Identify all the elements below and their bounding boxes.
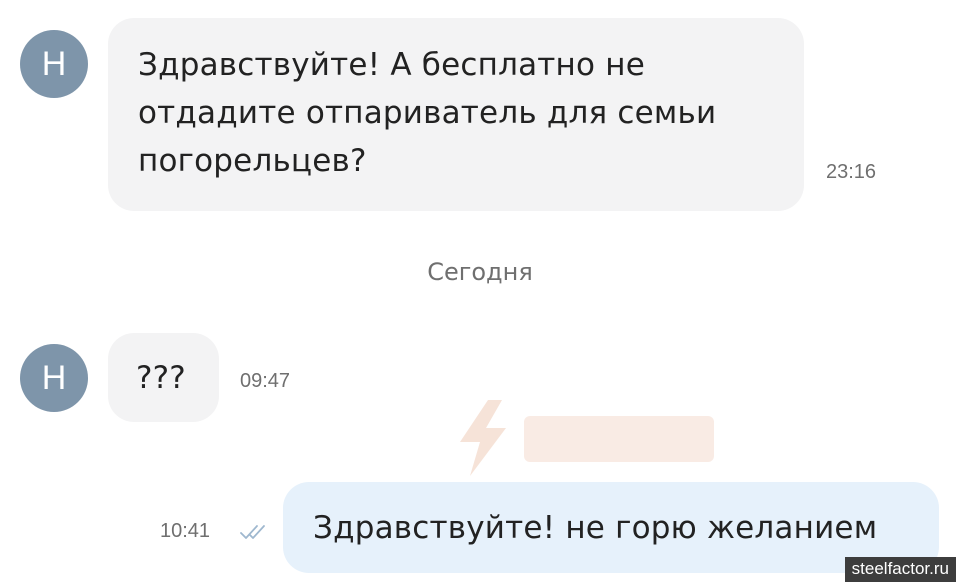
lightning-logo-icon <box>460 400 714 476</box>
message-text: ??? <box>136 360 186 396</box>
double-check-icon <box>240 525 265 539</box>
message-time: 10:41 <box>160 520 211 542</box>
chat-view: Н Здравствуйте! А бесплатно не отдадите … <box>0 0 960 586</box>
date-divider: Сегодня <box>427 258 533 286</box>
incoming-message-bubble[interactable]: ??? <box>108 333 219 422</box>
avatar[interactable]: Н <box>20 344 88 412</box>
avatar[interactable]: Н <box>20 30 88 98</box>
message-time: 09:47 <box>240 370 291 392</box>
site-watermark-label: steelfactor.ru <box>844 557 956 582</box>
message-time: 23:16 <box>826 161 877 183</box>
outgoing-message-bubble[interactable]: Здравствуйте! не горю желанием <box>283 482 939 573</box>
message-text: Здравствуйте! А бесплатно не отдадите от… <box>138 47 717 179</box>
message-text: Здравствуйте! не горю желанием <box>313 510 878 546</box>
incoming-message-bubble[interactable]: Здравствуйте! А бесплатно не отдадите от… <box>108 18 876 211</box>
